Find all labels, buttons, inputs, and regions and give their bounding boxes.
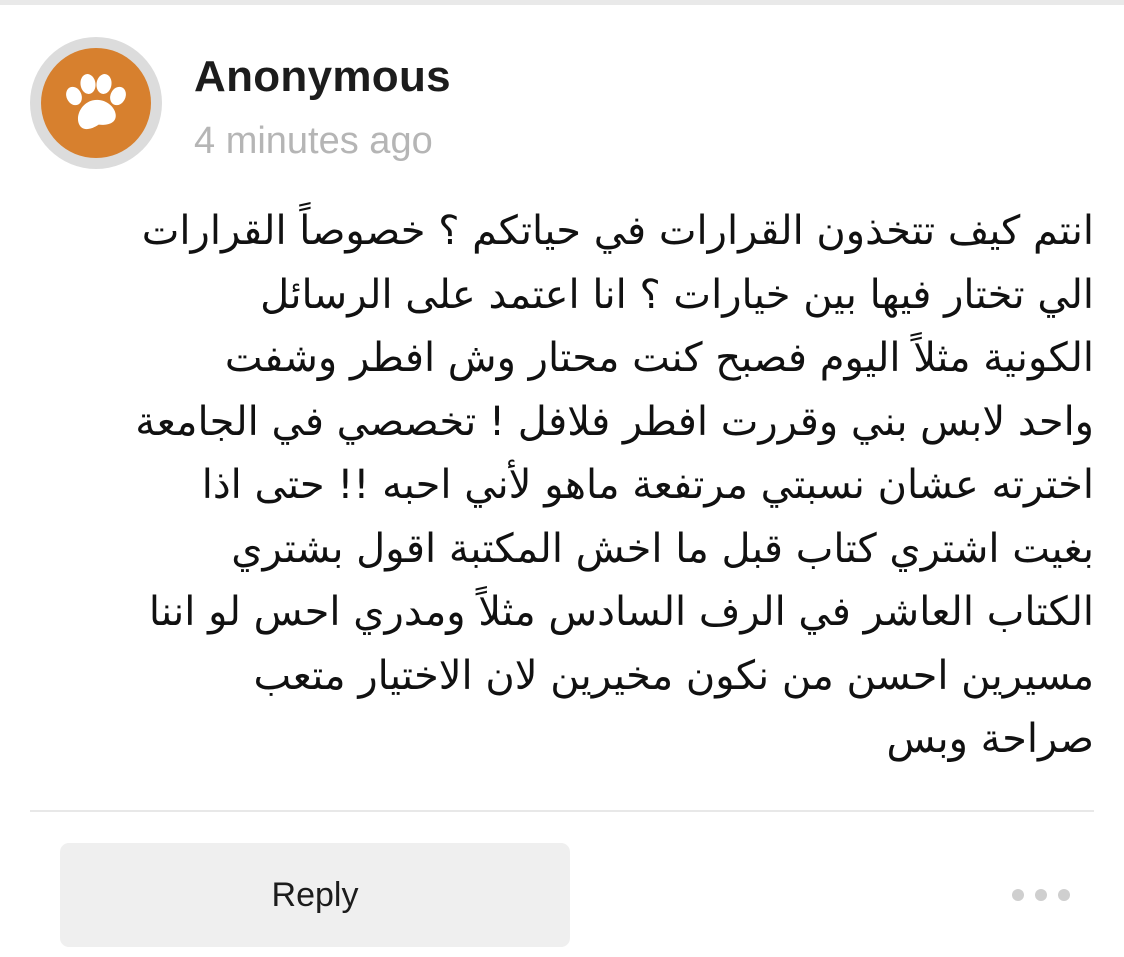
message-line: بغيت اشتري كتاب قبل ما اخش المكتبة اقول … bbox=[231, 525, 1094, 572]
dot bbox=[1058, 889, 1070, 901]
message-line: اخترته عشان نسبتي مرتفعة ماهو لأني احبه … bbox=[201, 462, 1094, 508]
reply-button[interactable]: Reply bbox=[60, 843, 570, 947]
dot bbox=[1035, 889, 1047, 901]
author-name: Anonymous bbox=[194, 52, 451, 101]
avatar[interactable] bbox=[30, 37, 162, 169]
divider bbox=[30, 810, 1094, 812]
message-line: انتم كيف تتخذون القرارات في حياتكم ؟ خصو… bbox=[141, 208, 1094, 254]
ellipsis-icon[interactable] bbox=[1012, 880, 1070, 910]
message-line: واحد لابس بني وقررت افطر فلافل ! تخصصي ف… bbox=[135, 398, 1094, 445]
message-line: مسيرين احسن من نكون مخيرين لان الاختيار … bbox=[253, 652, 1094, 699]
message-body: انتم كيف تتخذون القرارات في حياتكم ؟ خصو… bbox=[30, 200, 1094, 772]
message-line: الكونية مثلاً اليوم فصبح كنت محتار وش اف… bbox=[224, 335, 1094, 381]
message-line: الي تختار فيها بين خيارات ؟ انا اعتمد عل… bbox=[260, 271, 1094, 318]
reply-button-label: Reply bbox=[271, 875, 359, 914]
top-separator bbox=[0, 0, 1124, 5]
avatar-circle bbox=[41, 48, 151, 158]
message-line: صراحة وبس bbox=[886, 716, 1094, 762]
post-timestamp: 4 minutes ago bbox=[194, 120, 433, 162]
message-line: الكتاب العاشر في الرف السادس مثلاً ومدري… bbox=[148, 589, 1094, 635]
paw-icon bbox=[66, 74, 126, 130]
dot bbox=[1012, 889, 1024, 901]
